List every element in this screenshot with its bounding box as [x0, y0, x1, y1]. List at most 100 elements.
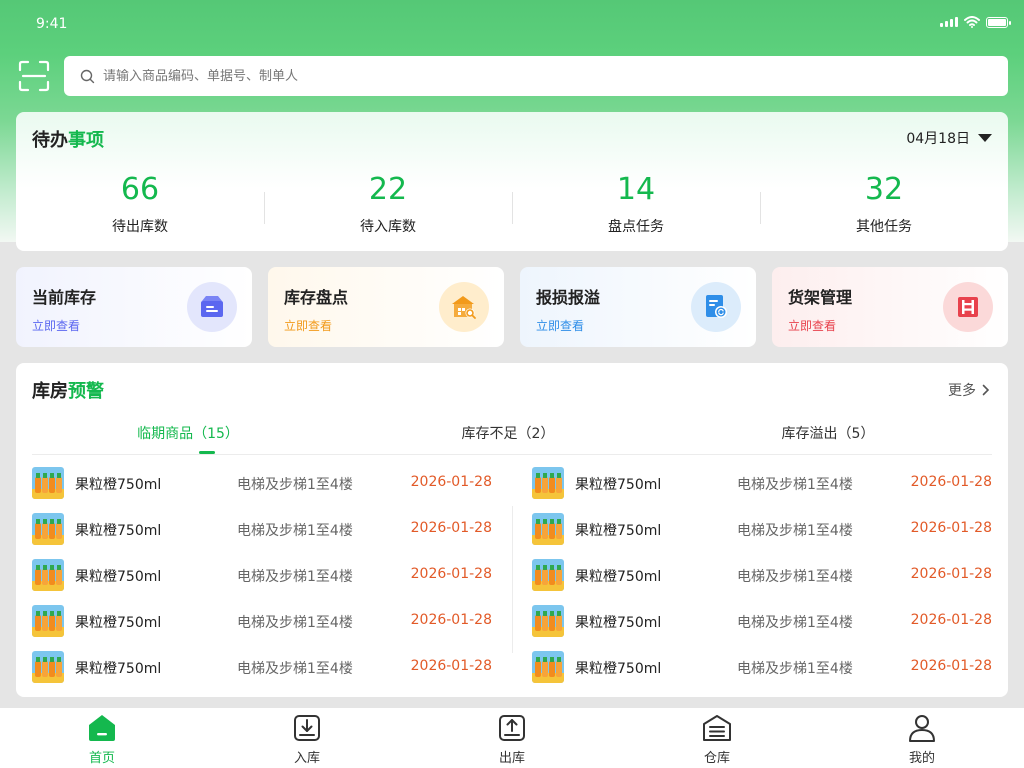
todo-stats: 66 待出库数 22 待入库数 14 盘点任务 32 其他任务: [16, 170, 1008, 240]
warehouse-warning-card: 库房预警 更多 临期商品（15） 库存不足（2） 库存溢出（5） 果粒橙750m…: [16, 363, 1008, 697]
active-tab-indicator: [199, 451, 215, 454]
list-item[interactable]: 果粒橙750ml 电梯及步梯1至4楼 2026-01-28: [32, 645, 492, 691]
view-now-link[interactable]: 立即查看: [32, 317, 80, 334]
expiry-date: 2026-01-28: [910, 658, 992, 674]
date-label: 04月18日: [906, 131, 970, 147]
product-thumbnail: [32, 651, 64, 683]
warehouse-search-icon: [439, 282, 489, 332]
list-item[interactable]: 果粒橙750ml 电梯及步梯1至4楼 2026-01-28: [32, 553, 492, 599]
inventory-box-icon: [187, 282, 237, 332]
quick-shelf-management[interactable]: 货架管理 立即查看: [772, 267, 1008, 347]
quick-title: 当前库存: [32, 288, 97, 307]
product-name: 果粒橙750ml: [75, 569, 162, 585]
quick-loss-overflow[interactable]: 报损报溢 立即查看: [520, 267, 756, 347]
warning-list-right: 果粒橙750ml 电梯及步梯1至4楼 2026-01-28 果粒橙750ml 电梯及步梯…: [532, 461, 992, 691]
product-location: 电梯及步梯1至4楼: [737, 569, 853, 585]
product-location: 电梯及步梯1至4楼: [237, 615, 353, 631]
view-now-link[interactable]: 立即查看: [284, 317, 332, 334]
list-item[interactable]: 果粒橙750ml 电梯及步梯1至4楼 2026-01-28: [32, 507, 492, 553]
list-item[interactable]: 果粒橙750ml 电梯及步梯1至4楼 2026-01-28: [532, 461, 992, 507]
quick-title: 货架管理: [788, 288, 853, 307]
expiry-date: 2026-01-28: [410, 566, 492, 582]
battery-icon: [986, 16, 1011, 28]
product-name: 果粒橙750ml: [575, 477, 662, 493]
product-thumbnail: [532, 467, 564, 499]
product-thumbnail: [532, 513, 564, 545]
todo-title: 待办事项: [32, 130, 104, 151]
nav-warehouse[interactable]: 仓库: [677, 712, 757, 766]
stat-pending-inbound[interactable]: 22 待入库数: [264, 170, 512, 240]
expiry-date: 2026-01-28: [410, 520, 492, 536]
nav-profile[interactable]: 我的: [882, 712, 962, 766]
list-item[interactable]: 果粒橙750ml 电梯及步梯1至4楼 2026-01-28: [32, 461, 492, 507]
product-name: 果粒橙750ml: [575, 615, 662, 631]
product-thumbnail: [532, 559, 564, 591]
status-time: 9:41: [36, 16, 68, 32]
product-name: 果粒橙750ml: [75, 523, 162, 539]
warning-list-left: 果粒橙750ml 电梯及步梯1至4楼 2026-01-28 果粒橙750ml 电梯及步梯…: [32, 461, 492, 691]
expiry-date: 2026-01-28: [410, 474, 492, 490]
nav-home[interactable]: 首页: [62, 712, 142, 766]
cellular-signal-icon: [940, 17, 958, 27]
chevron-right-icon: [982, 384, 990, 396]
quick-title: 报损报溢: [536, 288, 601, 307]
tab-overstock[interactable]: 库存溢出（5）: [782, 423, 875, 443]
product-location: 电梯及步梯1至4楼: [737, 661, 853, 677]
date-selector[interactable]: 04月18日: [906, 128, 992, 148]
quick-stocktake[interactable]: 库存盘点 立即查看: [268, 267, 504, 347]
nav-label: 仓库: [703, 751, 730, 766]
list-item[interactable]: 果粒橙750ml 电梯及步梯1至4楼 2026-01-28: [532, 507, 992, 553]
product-location: 电梯及步梯1至4楼: [737, 477, 853, 493]
scan-icon[interactable]: [18, 60, 50, 92]
product-location: 电梯及步梯1至4楼: [237, 661, 353, 677]
stat-value: 14: [616, 172, 656, 207]
nav-label: 入库: [293, 751, 320, 766]
list-item[interactable]: 果粒橙750ml 电梯及步梯1至4楼 2026-01-28: [32, 599, 492, 645]
expiry-date: 2026-01-28: [910, 474, 992, 490]
home-icon: [89, 715, 115, 741]
list-item[interactable]: 果粒橙750ml 电梯及步梯1至4楼 2026-01-28: [532, 599, 992, 645]
search-input[interactable]: [103, 68, 1008, 84]
tab-expiring[interactable]: 临期商品（15）: [137, 423, 239, 443]
expiry-date: 2026-01-28: [910, 566, 992, 582]
product-thumbnail: [532, 651, 564, 683]
status-icons: [940, 16, 1011, 28]
product-name: 果粒橙750ml: [575, 523, 662, 539]
tab-low-stock[interactable]: 库存不足（2）: [462, 423, 555, 443]
outbound-icon: [499, 715, 525, 741]
product-name: 果粒橙750ml: [75, 477, 162, 493]
wifi-icon: [964, 16, 980, 28]
product-thumbnail: [32, 559, 64, 591]
list-item[interactable]: 果粒橙750ml 电梯及步梯1至4楼 2026-01-28: [532, 553, 992, 599]
nav-outbound[interactable]: 出库: [472, 712, 552, 766]
todo-card: 待办事项 04月18日 66 待出库数 22 待入库数 14 盘点任务 32 其…: [16, 112, 1008, 251]
more-label: 更多: [948, 383, 976, 399]
expiry-date: 2026-01-28: [410, 612, 492, 628]
stat-value: 66: [120, 172, 160, 207]
product-thumbnail: [32, 467, 64, 499]
list-item[interactable]: 果粒橙750ml 电梯及步梯1至4楼 2026-01-28: [532, 645, 992, 691]
product-name: 果粒橙750ml: [575, 569, 662, 585]
stat-stocktake-tasks[interactable]: 14 盘点任务: [512, 170, 760, 240]
quick-current-inventory[interactable]: 当前库存 立即查看: [16, 267, 252, 347]
product-thumbnail: [32, 513, 64, 545]
search-bar[interactable]: [64, 56, 1008, 96]
nav-label: 出库: [498, 751, 525, 766]
caret-down-icon: [978, 134, 992, 142]
shelf-icon: [943, 282, 993, 332]
warning-title: 库房预警: [32, 381, 104, 402]
stat-label: 待出库数: [112, 219, 168, 235]
product-location: 电梯及步梯1至4楼: [237, 523, 353, 539]
expiry-date: 2026-01-28: [910, 520, 992, 536]
view-now-link[interactable]: 立即查看: [536, 317, 584, 334]
quick-title: 库存盘点: [284, 288, 349, 307]
expiry-date: 2026-01-28: [410, 658, 492, 674]
stat-pending-outbound[interactable]: 66 待出库数: [16, 170, 264, 240]
nav-label: 我的: [908, 751, 935, 766]
view-now-link[interactable]: 立即查看: [788, 317, 836, 334]
bottom-nav: 首页 入库 出库 仓库 我的: [0, 708, 1024, 768]
more-link[interactable]: 更多: [948, 380, 990, 400]
nav-inbound[interactable]: 入库: [267, 712, 347, 766]
stat-label: 盘点任务: [608, 219, 664, 235]
stat-other-tasks[interactable]: 32 其他任务: [760, 170, 1008, 240]
